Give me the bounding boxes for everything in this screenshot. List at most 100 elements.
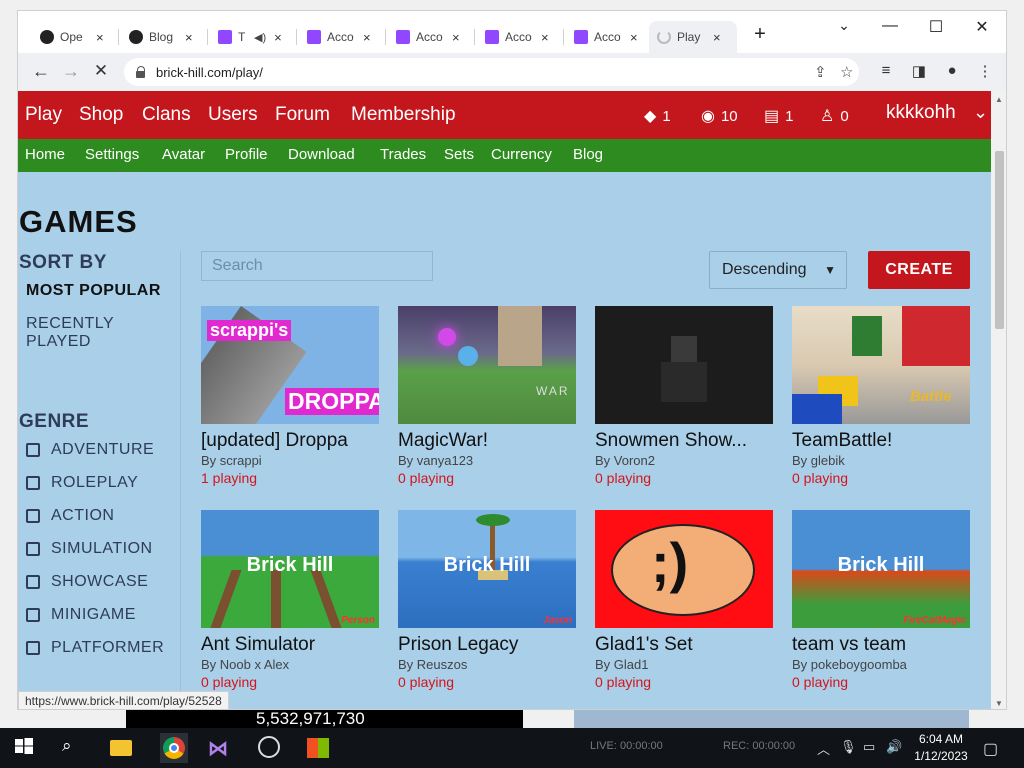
bucks-stat[interactable]: ◉ 10: [701, 106, 738, 126]
reading-list-icon[interactable]: ≡: [876, 62, 896, 79]
subnav-blog[interactable]: Blog: [573, 146, 603, 163]
clock[interactable]: 6:04 AM 1/12/2023: [910, 731, 972, 765]
tab-close-icon[interactable]: ×: [96, 30, 104, 45]
url-input[interactable]: brick-hill.com/play/ ⇪ ☆: [124, 58, 859, 86]
tab-active-play[interactable]: Play ×: [649, 21, 737, 53]
game-author[interactable]: By Voron2: [595, 453, 773, 468]
tab-6[interactable]: Acco ×: [485, 25, 549, 49]
checkbox[interactable]: [26, 509, 40, 523]
tab-close-icon[interactable]: ×: [274, 30, 282, 45]
sort-order-select[interactable]: Descending ▼: [709, 251, 847, 289]
game-card[interactable]: WAR MagicWar! By vanya123 0 playing: [398, 306, 576, 486]
subnav-currency[interactable]: Currency: [491, 146, 552, 163]
genre-roleplay[interactable]: ROLEPLAY: [26, 474, 138, 492]
game-card[interactable]: Snowmen Show... By Voron2 0 playing: [595, 306, 773, 486]
game-author[interactable]: By scrappi: [201, 453, 379, 468]
genre-adventure[interactable]: ADVENTURE: [26, 441, 154, 459]
subnav-sets[interactable]: Sets: [444, 146, 474, 163]
close-window-button[interactable]: ✕: [959, 17, 1005, 37]
maximize-button[interactable]: ☐: [913, 17, 959, 37]
tab-close-icon[interactable]: ×: [452, 30, 460, 45]
subnav-settings[interactable]: Settings: [85, 146, 139, 163]
speaker-icon[interactable]: ◀): [254, 31, 266, 44]
subnav-download[interactable]: Download: [288, 146, 355, 163]
sort-recently-played[interactable]: RECENTLY PLAYED: [26, 315, 114, 351]
tab-close-icon[interactable]: ×: [541, 30, 549, 45]
checkbox[interactable]: [26, 443, 40, 457]
game-thumbnail[interactable]: Brick Hill Person: [201, 510, 379, 628]
game-card[interactable]: Brick Hill FireCatMagic team vs team By …: [792, 510, 970, 690]
nav-shop[interactable]: Shop: [79, 104, 123, 126]
tab-4[interactable]: Acco ×: [307, 25, 371, 49]
game-title[interactable]: Prison Legacy: [398, 634, 576, 656]
tab-5[interactable]: Acco ×: [396, 25, 460, 49]
genre-minigame[interactable]: MINIGAME: [26, 606, 136, 624]
checkbox[interactable]: [26, 476, 40, 490]
game-card[interactable]: Brick Hill Person Ant Simulator By Noob …: [201, 510, 379, 690]
network-icon[interactable]: ▭: [863, 739, 875, 755]
game-title[interactable]: Snowmen Show...: [595, 430, 773, 452]
game-card[interactable]: scrappi's DROPPA [updated] Droppa By scr…: [201, 306, 379, 486]
scroll-up-icon[interactable]: ▲: [995, 95, 1003, 104]
volume-icon[interactable]: 🔊: [886, 739, 902, 755]
game-title[interactable]: TeamBattle!: [792, 430, 970, 452]
game-title[interactable]: [updated] Droppa: [201, 430, 379, 452]
username[interactable]: kkkkohh: [886, 102, 956, 124]
stop-icon[interactable]: ✕: [90, 61, 112, 81]
checkbox[interactable]: [26, 575, 40, 589]
game-thumbnail[interactable]: Brick Hill Jason: [398, 510, 576, 628]
game-title[interactable]: Ant Simulator: [201, 634, 379, 656]
game-title[interactable]: MagicWar!: [398, 430, 576, 452]
new-tab-button[interactable]: +: [737, 23, 783, 46]
star-icon[interactable]: ☆: [840, 63, 853, 81]
obs-icon[interactable]: [258, 736, 282, 760]
forward-icon[interactable]: →: [60, 61, 82, 82]
scrollbar-thumb[interactable]: [995, 151, 1004, 329]
nav-users[interactable]: Users: [208, 104, 258, 126]
game-thumbnail[interactable]: WAR: [398, 306, 576, 424]
game-title[interactable]: team vs team: [792, 634, 970, 656]
nav-clans[interactable]: Clans: [142, 104, 191, 126]
windows-start-icon[interactable]: [14, 736, 38, 760]
microphone-icon[interactable]: 🎙: [840, 739, 857, 755]
profile-icon[interactable]: ●: [942, 62, 962, 79]
game-thumbnail[interactable]: Battle: [792, 306, 970, 424]
subnav-avatar[interactable]: Avatar: [162, 146, 205, 163]
chrome-icon[interactable]: [160, 733, 188, 763]
nav-membership[interactable]: Membership: [351, 104, 456, 126]
tray-chevron-icon[interactable]: ︿: [817, 739, 830, 758]
game-author[interactable]: By glebik: [792, 453, 970, 468]
sort-most-popular[interactable]: MOST POPULAR: [26, 282, 161, 300]
search-icon[interactable]: ⌕: [62, 736, 86, 760]
game-thumbnail[interactable]: Brick Hill FireCatMagic: [792, 510, 970, 628]
genre-simulation[interactable]: SIMULATION: [26, 540, 153, 558]
tab-close-icon[interactable]: ×: [713, 30, 721, 45]
share-icon[interactable]: ⇪: [814, 63, 827, 81]
tab-close-icon[interactable]: ×: [630, 30, 638, 45]
genre-showcase[interactable]: SHOWCASE: [26, 573, 148, 591]
game-author[interactable]: By vanya123: [398, 453, 576, 468]
game-author[interactable]: By pokeboygoomba: [792, 657, 970, 672]
checkbox[interactable]: [26, 641, 40, 655]
game-card[interactable]: Battle TeamBattle! By glebik 0 playing: [792, 306, 970, 486]
subnav-trades[interactable]: Trades: [380, 146, 426, 163]
nav-play[interactable]: Play: [25, 104, 62, 126]
tab-close-icon[interactable]: ×: [185, 30, 193, 45]
file-explorer-icon[interactable]: [110, 736, 134, 760]
game-author[interactable]: By Reuszos: [398, 657, 576, 672]
genre-action[interactable]: ACTION: [26, 507, 114, 525]
menu-icon[interactable]: ⋮: [975, 62, 995, 80]
subnav-profile[interactable]: Profile: [225, 146, 268, 163]
sidepanel-icon[interactable]: ◨: [909, 62, 929, 80]
game-thumbnail[interactable]: ;): [595, 510, 773, 628]
minimize-button[interactable]: —: [867, 17, 913, 35]
bricks-stat[interactable]: ◆ 1: [644, 106, 671, 126]
scroll-down-icon[interactable]: ▼: [995, 699, 1003, 708]
page-scrollbar[interactable]: ▲ ▼: [991, 91, 1006, 709]
tab-1[interactable]: Ope ×: [40, 25, 104, 49]
game-thumbnail[interactable]: scrappi's DROPPA: [201, 306, 379, 424]
subnav-home[interactable]: Home: [25, 146, 65, 163]
visual-studio-icon[interactable]: ⋈: [208, 736, 232, 760]
game-thumbnail[interactable]: [595, 306, 773, 424]
tab-search-icon[interactable]: ⌄: [821, 17, 867, 34]
